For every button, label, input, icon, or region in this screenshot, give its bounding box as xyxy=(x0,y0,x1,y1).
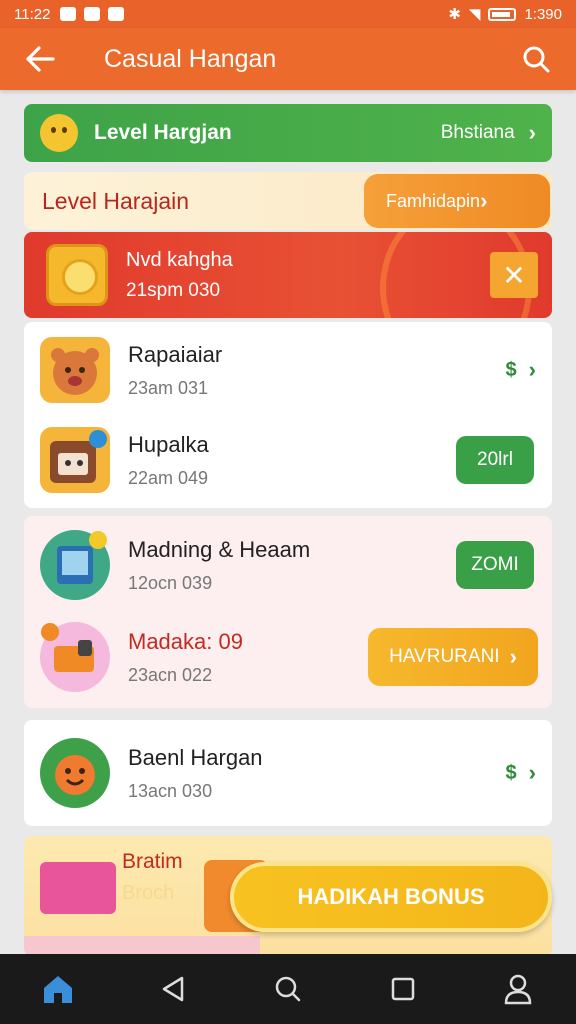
battery-icon xyxy=(488,7,517,21)
item-action-button[interactable]: HAVRURANI › xyxy=(368,628,538,686)
bear-icon xyxy=(40,337,110,403)
gift-cart-icon xyxy=(40,862,116,914)
item-time: 12ocn 039 xyxy=(128,572,213,593)
list-item[interactable]: Madaka: 09 23acn 022 HAVRURANI › xyxy=(24,616,552,698)
bluetooth-icon: ✱ xyxy=(448,6,461,23)
item-time: 23acn 022 xyxy=(128,664,213,685)
bonus-subtitle: Broch xyxy=(122,882,175,904)
chevron-right-icon: › xyxy=(528,120,536,145)
close-button[interactable]: ✕ xyxy=(490,252,538,298)
item-action-label: HAVRURANI xyxy=(389,646,500,667)
list-item[interactable]: Baenl Hargan 13acn 030 $ › xyxy=(24,734,552,812)
home-icon[interactable] xyxy=(28,959,88,1019)
smiley-icon xyxy=(40,114,78,152)
wifi-icon: ◥ xyxy=(468,6,481,23)
tablet-icon xyxy=(40,530,110,600)
back-arrow-icon[interactable] xyxy=(0,28,80,90)
camera-icon xyxy=(108,7,125,21)
page-title: Casual Hangan xyxy=(104,44,277,73)
list-item[interactable]: Rapaiaiar 23am 031 $ › xyxy=(24,332,552,408)
box-character-icon xyxy=(40,427,110,493)
item-time: 22am 049 xyxy=(128,467,209,488)
level-action-label: Famhidapin xyxy=(386,190,481,211)
level-side-text: Bhstiana xyxy=(440,122,515,143)
level-label-2: Level Harajain xyxy=(42,187,190,214)
dollar-icon: $ xyxy=(505,358,517,381)
notification-icons xyxy=(60,7,125,21)
item-name: Madning & Heaam xyxy=(128,536,311,562)
item-action-button[interactable]: 20lrl xyxy=(456,436,534,484)
list-card-3: Baenl Hargan 13acn 030 $ › xyxy=(24,720,552,826)
back-triangle-icon[interactable] xyxy=(143,959,203,1019)
item-action-button[interactable]: ZOMI xyxy=(456,541,534,589)
level-action-button[interactable]: Famhidapin › xyxy=(364,174,550,228)
ticket-icon xyxy=(40,622,110,692)
status-bar: 11:22 ✱ ◥ 1:390 xyxy=(0,0,576,28)
search-icon[interactable] xyxy=(496,28,576,90)
list-card-2: Madning & Heaam 12ocn 039 ZOMI Madaka: 0… xyxy=(24,516,552,708)
bonus-button[interactable]: HADIKAH BONUS xyxy=(230,862,552,932)
chevron-right-icon[interactable]: › xyxy=(529,357,536,383)
status-right-text: 1:390 xyxy=(524,5,562,23)
level-card-green[interactable]: Level Hargjan Bhstiana › xyxy=(24,104,552,162)
item-time: 23am 031 xyxy=(128,377,209,398)
item-name: Madaka: 09 xyxy=(128,628,243,654)
chevron-right-icon: › xyxy=(509,644,517,669)
recents-icon[interactable] xyxy=(373,959,433,1019)
banner-title: Nvd kahgha xyxy=(126,248,233,271)
close-icon: ✕ xyxy=(502,259,526,291)
level-card-cream: Level Harajain Famhidapin › xyxy=(24,172,552,230)
chevron-right-icon[interactable]: › xyxy=(529,760,536,786)
profile-icon[interactable] xyxy=(488,959,548,1019)
face-icon xyxy=(40,738,110,808)
list-item[interactable]: Hupalka 22am 049 20lrl xyxy=(24,422,552,498)
coin-box-icon xyxy=(46,244,108,306)
bonus-title: Bratim xyxy=(122,850,183,873)
search-nav-icon[interactable] xyxy=(258,959,318,1019)
list-card-1: Rapaiaiar 23am 031 $ › Hupalka 22am 049 … xyxy=(24,322,552,508)
level-label: Level Hargjan xyxy=(94,121,232,144)
chevron-right-icon: › xyxy=(480,188,488,213)
status-time: 11:22 xyxy=(14,5,51,23)
bonus-strip xyxy=(24,936,260,956)
dollar-icon: $ xyxy=(505,761,517,784)
item-name: Hupalka xyxy=(128,431,209,457)
app-bar: Casual Hangan xyxy=(0,28,576,90)
item-name: Rapaiaiar xyxy=(128,341,223,367)
item-name: Baenl Hargan xyxy=(128,744,263,770)
app-icon xyxy=(84,7,101,21)
promo-banner: Nvd kahgha 21spm 030 ✕ xyxy=(24,232,552,318)
item-time: 13acn 030 xyxy=(128,780,213,801)
banner-subtitle: 21spm 030 xyxy=(126,279,221,301)
mail-icon xyxy=(60,7,77,21)
list-item[interactable]: Madning & Heaam 12ocn 039 ZOMI xyxy=(24,524,552,606)
system-nav-bar xyxy=(0,954,576,1024)
